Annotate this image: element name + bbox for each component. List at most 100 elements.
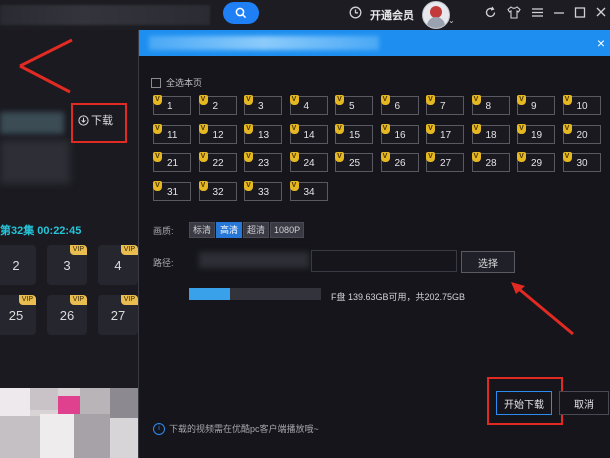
episode-number: 29 — [531, 158, 543, 169]
episode-button[interactable]: 4 VIP — [98, 245, 138, 285]
episode-cell[interactable]: V 16 — [380, 123, 419, 144]
episode-cell[interactable]: V 23 — [244, 152, 282, 172]
episode-cell[interactable]: V1 — [153, 95, 191, 115]
menu-icon[interactable] — [531, 6, 544, 22]
episode-cell[interactable]: V 12 — [198, 123, 237, 144]
episode-cell[interactable]: V 17 — [426, 123, 464, 144]
disk-usage-fill — [189, 288, 230, 300]
clock-icon[interactable] — [349, 6, 362, 22]
episode-cell[interactable]: V4 — [289, 95, 328, 115]
download-icon — [78, 114, 89, 126]
vip-badge: VIP — [69, 295, 87, 305]
vip-badge-icon: V — [517, 152, 526, 162]
quality-option-sd[interactable]: 标清 — [189, 222, 216, 238]
episode-cell[interactable]: V 24 — [289, 152, 328, 172]
close-icon[interactable] — [595, 6, 607, 22]
episode-button[interactable]: 26 VIP — [47, 295, 87, 335]
episode-cell[interactable]: V 15 — [335, 123, 373, 144]
avatar[interactable] — [422, 1, 450, 29]
episode-cell[interactable]: V 22 — [198, 152, 237, 172]
refresh-icon[interactable] — [484, 6, 497, 22]
episode-cell[interactable]: V7 — [426, 95, 464, 115]
quality-option-shd[interactable]: 超清 — [243, 222, 270, 238]
vip-badge-icon: V — [244, 95, 253, 105]
path-input[interactable] — [311, 250, 457, 272]
episode-number: 16 — [394, 129, 406, 141]
episode-number: 27 — [440, 158, 452, 169]
episode-cell[interactable]: V 29 — [517, 152, 555, 172]
episode-cell[interactable]: V 10 — [562, 95, 601, 115]
select-all-checkbox[interactable]: 全选本页 — [151, 76, 202, 89]
episode-cell[interactable]: V5 — [335, 95, 373, 115]
episode-cell[interactable]: V 11 — [153, 123, 191, 144]
episode-number: 8 — [485, 101, 492, 112]
episode-number: 32 — [212, 186, 224, 198]
episode-cell[interactable]: V8 — [471, 95, 510, 115]
search-button[interactable] — [223, 2, 259, 24]
vip-badge: VIP — [69, 245, 87, 255]
annotation-arrow — [511, 282, 574, 336]
thumbnail-image — [0, 388, 140, 458]
vip-badge-icon: V — [517, 95, 526, 105]
episode-number: 18 — [485, 129, 497, 141]
episode-number: 22 — [212, 158, 224, 169]
episode-number: 1 — [167, 101, 173, 112]
episode-cell[interactable]: V 30 — [562, 152, 601, 172]
episode-cell[interactable]: V 26 — [380, 152, 419, 172]
episode-number: 19 — [531, 129, 543, 141]
checkbox-icon — [151, 77, 161, 88]
cancel-button[interactable]: 取消 — [559, 391, 609, 415]
tip-text: 下载的视频需在优酷pc客户端播放哦~ — [169, 424, 319, 434]
vip-badge-icon: V — [289, 180, 299, 191]
annotation-arrow — [19, 38, 73, 94]
vip-badge-icon: V — [380, 123, 390, 134]
episode-cell[interactable]: V 21 — [153, 152, 191, 172]
episode-cell[interactable]: V6 — [380, 95, 419, 115]
episode-cell[interactable]: V 20 — [562, 123, 601, 144]
vip-badge-icon: V — [426, 95, 435, 105]
search-field[interactable] — [0, 5, 210, 25]
episode-cell[interactable]: V2 — [198, 95, 237, 115]
episode-cell[interactable]: V 27 — [426, 152, 464, 172]
episode-cell[interactable]: V 31 — [153, 180, 191, 201]
episode-number: 30 — [576, 158, 588, 169]
episode-cell[interactable]: V 19 — [517, 123, 555, 144]
episode-number: 3 — [258, 101, 264, 112]
vip-membership-link[interactable]: 开通会员 — [370, 7, 414, 23]
episode-cell[interactable]: V 14 — [289, 123, 328, 144]
skin-icon[interactable] — [507, 6, 521, 22]
episode-cell[interactable]: V 13 — [244, 123, 282, 144]
episode-cell[interactable]: V 18 — [471, 123, 510, 144]
episode-button[interactable]: 27 VIP — [98, 295, 138, 335]
episode-number: 9 — [531, 101, 537, 112]
episode-cell[interactable]: V9 — [517, 95, 555, 115]
vip-badge-icon: V — [562, 123, 572, 134]
episode-number: 10 — [576, 101, 588, 112]
episode-number: 28 — [485, 158, 497, 169]
episode-cell[interactable]: V3 — [244, 95, 282, 115]
episode-cell[interactable]: V 33 — [244, 180, 282, 201]
episode-cell[interactable]: V 28 — [471, 152, 510, 172]
vip-badge-icon: V — [153, 95, 162, 105]
episode-button[interactable]: 25 VIP — [0, 295, 36, 335]
select-all-label: 全选本页 — [166, 78, 203, 88]
vip-badge: VIP — [18, 295, 36, 305]
episode-number: 15 — [349, 129, 361, 141]
start-download-button[interactable]: 开始下载 — [496, 391, 552, 415]
episode-cell[interactable]: V 32 — [198, 180, 237, 201]
episode-cell[interactable]: V 25 — [335, 152, 373, 172]
select-path-button[interactable]: 选择 — [461, 251, 515, 273]
maximize-icon[interactable] — [574, 6, 586, 22]
chevron-down-icon[interactable]: ⌄ — [448, 14, 455, 28]
episode-button[interactable]: 2 — [0, 245, 36, 285]
vip-badge-icon: V — [471, 152, 481, 162]
dialog-close-button[interactable]: × — [597, 35, 605, 51]
minimize-icon[interactable] — [553, 6, 565, 22]
quality-option-hd[interactable]: 高清 — [216, 222, 243, 238]
episode-cell[interactable]: V 34 — [289, 180, 328, 201]
download-button[interactable]: 下载 — [78, 112, 113, 128]
quality-option-1080p[interactable]: 1080P — [270, 222, 305, 238]
episode-button[interactable]: 3 VIP — [47, 245, 87, 285]
episode-number: 24 — [303, 158, 315, 169]
video-meta — [0, 140, 70, 184]
